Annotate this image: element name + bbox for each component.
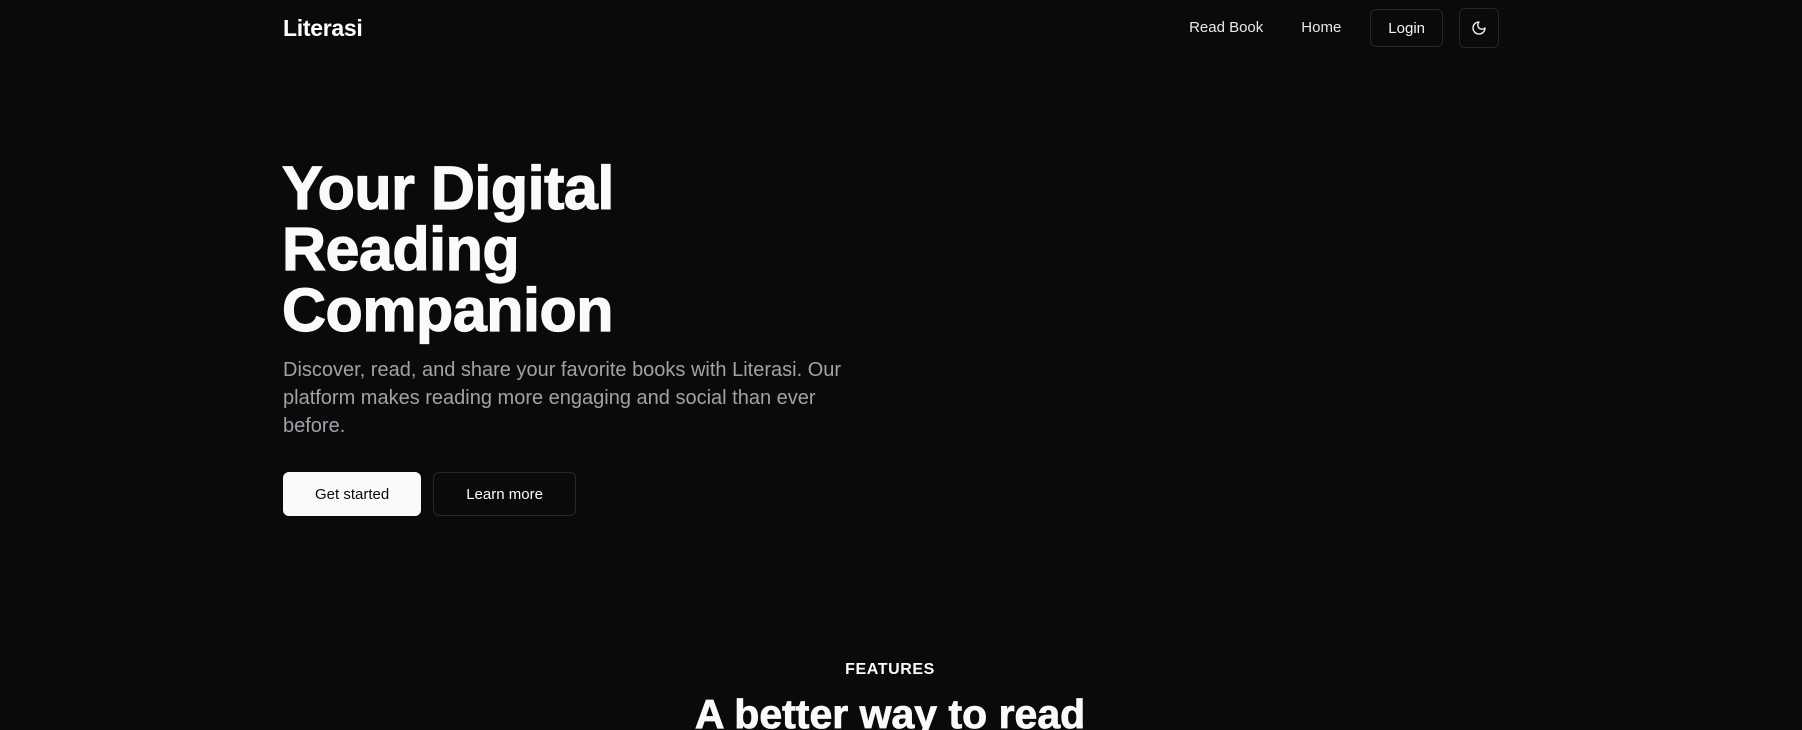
hero-description: Discover, read, and share your favorite … bbox=[283, 359, 842, 437]
hero-title-line-3: Companion bbox=[281, 276, 614, 344]
landing-page: Literasi Read Book Home Login Your Digit… bbox=[0, 0, 1802, 730]
theme-toggle-button[interactable] bbox=[1459, 8, 1499, 48]
get-started-button[interactable]: Get started bbox=[283, 472, 422, 516]
top-navbar: Literasi Read Book Home Login bbox=[0, 0, 1802, 56]
main-nav: Read Book Home Login bbox=[1170, 8, 1499, 48]
hero-title: Your Digital Reading Companion bbox=[281, 154, 842, 344]
learn-more-button[interactable]: Learn more bbox=[433, 472, 576, 516]
login-button[interactable]: Login bbox=[1370, 9, 1443, 47]
hero-title-line-1: Your Digital bbox=[281, 154, 614, 222]
hero-title-line-2: Reading bbox=[281, 215, 520, 283]
moon-icon bbox=[1472, 21, 1486, 35]
nav-link-home[interactable]: Home bbox=[1282, 8, 1360, 48]
nav-link-read-book[interactable]: Read Book bbox=[1170, 8, 1282, 48]
brand-logo[interactable]: Literasi bbox=[283, 14, 363, 42]
hero-actions: Get started Learn more bbox=[283, 472, 576, 516]
features-eyebrow: FEATURES bbox=[845, 661, 935, 678]
features-title: A better way to read bbox=[694, 691, 1086, 730]
